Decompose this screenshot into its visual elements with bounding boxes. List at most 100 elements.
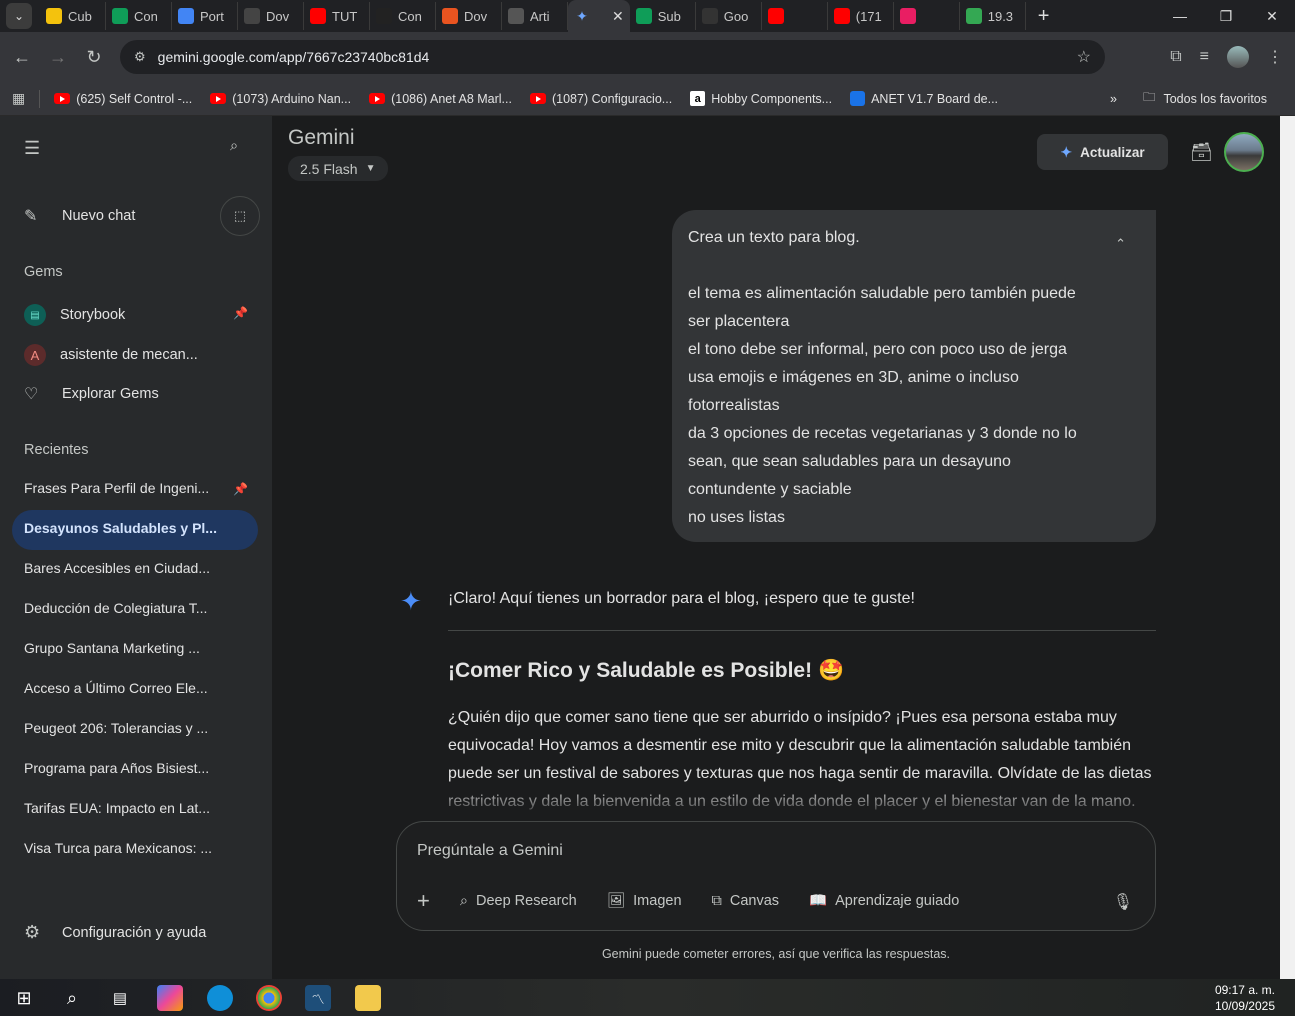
restore-icon[interactable]: ❐ bbox=[1203, 0, 1249, 32]
minimize-icon[interactable]: — bbox=[1157, 0, 1203, 32]
gem-storybook[interactable]: ▤ Storybook bbox=[24, 304, 125, 326]
prompt-line: ser placentera bbox=[688, 313, 790, 330]
browser-tab[interactable]: TUT bbox=[304, 2, 370, 30]
close-tab-icon[interactable]: ✕ bbox=[612, 8, 624, 25]
chat-history-icon[interactable]: 🗃 bbox=[1190, 142, 1213, 163]
browser-tab[interactable] bbox=[894, 2, 960, 30]
pin-icon[interactable]: 📌 bbox=[233, 306, 248, 320]
bookmark-star-icon[interactable]: ☆ bbox=[1077, 47, 1091, 67]
app-icon[interactable]: 〽 bbox=[305, 985, 331, 1011]
recent-chat-item[interactable]: Visa Turca para Mexicanos: ... bbox=[24, 840, 224, 856]
add-files-icon[interactable]: + bbox=[417, 889, 430, 911]
edge-icon[interactable] bbox=[207, 985, 233, 1011]
bookmark-item[interactable]: ANET V1.7 Board de... bbox=[850, 91, 998, 106]
brand-title[interactable]: Gemini bbox=[288, 126, 355, 150]
recent-chat-item[interactable]: Tarifas EUA: Impacto en Lat... bbox=[24, 800, 224, 816]
deep-research-button[interactable]: ⌕ Deep Research bbox=[460, 893, 577, 909]
reload-icon[interactable]: ↻ bbox=[76, 47, 112, 68]
task-view-icon[interactable]: ▤ bbox=[107, 985, 133, 1011]
bookmark-item[interactable]: a Hobby Components... bbox=[690, 91, 832, 106]
browser-tab[interactable]: (171 bbox=[828, 2, 894, 30]
site-info-icon[interactable]: ⚙ bbox=[134, 49, 146, 65]
bookmark-item[interactable]: (1073) Arduino Nan... bbox=[210, 92, 351, 106]
bookmark-item[interactable]: (1087) Configuracio... bbox=[529, 92, 672, 106]
recent-chat-item[interactable]: Grupo Santana Marketing ... bbox=[24, 640, 224, 656]
new-tab-button[interactable]: + bbox=[1038, 5, 1050, 28]
upgrade-button[interactable]: ✦ Actualizar bbox=[1037, 134, 1168, 170]
search-icon[interactable]: ⌕ bbox=[59, 985, 85, 1011]
recent-chat-item[interactable]: Bares Accesibles en Ciudad... bbox=[24, 560, 224, 576]
bookmark-item[interactable]: (625) Self Control -... bbox=[54, 92, 192, 106]
composer-tools: + ⌕ Deep Research 🖼 Imagen ⧉ Canvas 📖 Ap… bbox=[417, 889, 959, 911]
browser-tab[interactable]: Con bbox=[106, 2, 172, 30]
media-controls-icon[interactable]: ≡ bbox=[1200, 48, 1209, 66]
tab-gemini-active[interactable]: ✦ ✕ bbox=[568, 0, 630, 32]
explore-gems-button[interactable]: ♡ Explorar Gems bbox=[24, 384, 159, 404]
recent-chat-item[interactable]: Desayunos Saludables y Pl... bbox=[24, 520, 224, 536]
new-chat-button[interactable]: ✎ Nuevo chat bbox=[24, 206, 135, 226]
microphone-icon[interactable]: 🎙 bbox=[1113, 892, 1133, 912]
browser-tab[interactable]: Sub bbox=[630, 2, 696, 30]
tab-label: Goo bbox=[723, 8, 749, 24]
back-arrow-icon[interactable]: ← bbox=[4, 47, 40, 68]
model-selector[interactable]: 2.5 Flash ▼ bbox=[288, 156, 388, 181]
recent-chat-item[interactable]: Deducción de Colegiatura T... bbox=[24, 600, 224, 616]
temporary-chat-button[interactable]: ⬚ bbox=[220, 196, 260, 236]
prompt-input[interactable]: Pregúntale a Gemini bbox=[417, 842, 563, 860]
recent-chat-item[interactable]: Frases Para Perfil de Ingeni... bbox=[24, 480, 224, 496]
prompt-composer[interactable]: Pregúntale a Gemini + ⌕ Deep Research 🖼 … bbox=[396, 821, 1156, 931]
profile-avatar[interactable] bbox=[1227, 46, 1249, 68]
browser-tab[interactable] bbox=[762, 2, 828, 30]
browser-tab[interactable]: Dov bbox=[436, 2, 502, 30]
browser-tab[interactable]: 19.3 bbox=[960, 2, 1026, 30]
apps-grid-icon[interactable]: ▦ bbox=[12, 90, 25, 107]
browser-tab[interactable]: Goo bbox=[696, 2, 762, 30]
forward-arrow-icon[interactable]: → bbox=[40, 47, 76, 68]
browser-tab[interactable]: Con bbox=[370, 2, 436, 30]
extensions-icon[interactable]: ⧉ bbox=[1170, 48, 1181, 66]
windows-start-icon[interactable]: ⊞ bbox=[11, 985, 37, 1011]
browser-tab[interactable]: Port bbox=[172, 2, 238, 30]
recent-chat-item[interactable]: Programa para Años Bisiest... bbox=[24, 760, 224, 776]
account-avatar[interactable] bbox=[1224, 132, 1264, 172]
more-bookmarks-icon[interactable]: » bbox=[1110, 92, 1117, 106]
chevron-up-icon[interactable]: ⌃ bbox=[1115, 230, 1126, 258]
menu-kebab-icon[interactable]: ⋮ bbox=[1267, 47, 1283, 67]
settings-help-button[interactable]: ⚙ Configuración y ayuda bbox=[24, 922, 206, 943]
gem-asistente[interactable]: A asistente de mecan... bbox=[24, 344, 198, 366]
amazon-icon: a bbox=[690, 91, 706, 106]
gear-icon: ⚙ bbox=[24, 922, 41, 942]
url-text: gemini.google.com/app/7667c23740bc81d4 bbox=[157, 49, 430, 65]
canvas-button[interactable]: ⧉ Canvas bbox=[712, 893, 780, 909]
chrome-icon[interactable] bbox=[256, 985, 282, 1011]
main-menu-icon[interactable]: ☰ bbox=[24, 138, 40, 159]
pin-icon[interactable]: 📌 bbox=[233, 482, 248, 496]
browser-tab[interactable]: Arti bbox=[502, 2, 568, 30]
tab-favicon-icon bbox=[508, 8, 524, 24]
close-window-icon[interactable]: ✕ bbox=[1249, 0, 1295, 32]
user-prompt-text: Crea un texto para blog. el tema es alime… bbox=[688, 224, 1140, 532]
bookmark-item[interactable]: (1086) Anet A8 Marl... bbox=[369, 92, 512, 106]
tab-search-button[interactable]: ⌄ bbox=[6, 3, 32, 29]
tab-favicon-icon bbox=[112, 8, 128, 24]
address-bar[interactable]: ⚙ gemini.google.com/app/7667c23740bc81d4… bbox=[120, 40, 1105, 74]
file-explorer-icon[interactable] bbox=[355, 985, 381, 1011]
guided-learning-button[interactable]: 📖 Aprendizaje guiado bbox=[809, 892, 959, 910]
all-bookmarks-folder[interactable]: 🗀 Todos los favoritos bbox=[1143, 88, 1267, 109]
recent-chat-item[interactable]: Acceso a Último Correo Ele... bbox=[24, 680, 224, 696]
browser-tab[interactable]: Cub bbox=[40, 2, 106, 30]
search-icon[interactable]: ⌕ bbox=[230, 138, 238, 154]
response-intro: ¡Claro! Aquí tienes un borrador para el … bbox=[448, 590, 915, 607]
explore-gems-label: Explorar Gems bbox=[62, 386, 159, 402]
copilot-icon[interactable] bbox=[157, 985, 183, 1011]
browser-tab[interactable]: Dov bbox=[238, 2, 304, 30]
prompt-line bbox=[688, 252, 1140, 280]
tab-favicon-icon bbox=[376, 8, 392, 24]
tab-favicon-icon bbox=[965, 8, 982, 24]
settings-label: Configuración y ayuda bbox=[62, 924, 207, 941]
bookmarks-right: » 🗀 Todos los favoritos bbox=[1110, 88, 1267, 109]
site-icon bbox=[850, 91, 866, 106]
image-button[interactable]: 🖼 Imagen bbox=[607, 892, 682, 910]
system-clock[interactable]: 09:17 a. m. 10/09/2025 bbox=[1215, 982, 1275, 1014]
recent-chat-item[interactable]: Peugeot 206: Tolerancias y ... bbox=[24, 720, 224, 736]
